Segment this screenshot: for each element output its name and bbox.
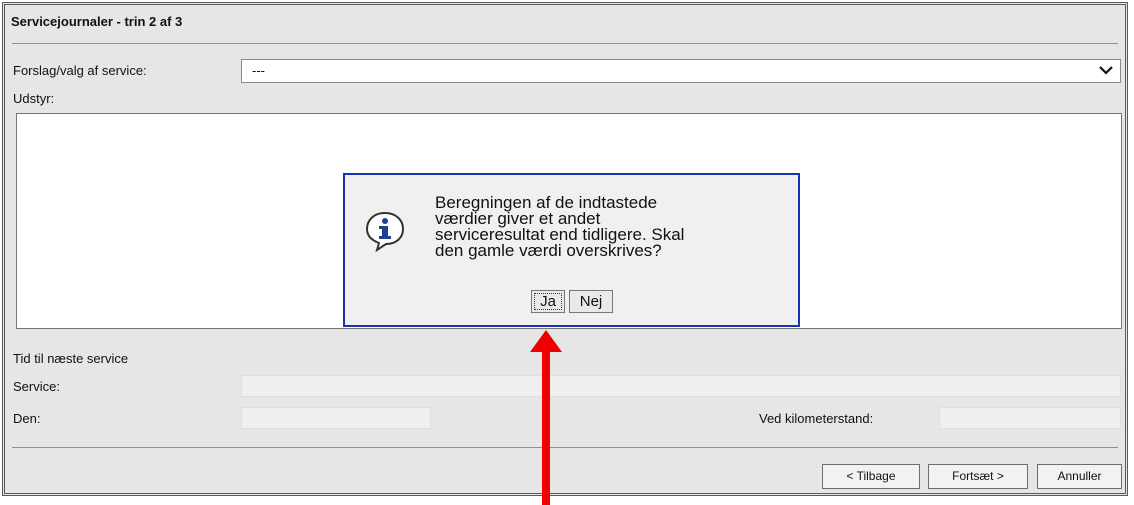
dialog-message-line: den gamle værdi overskrives? [435, 241, 662, 260]
km-label: Ved kilometerstand: [759, 411, 874, 426]
service-suggestion-value: --- [252, 63, 265, 78]
date-field[interactable] [241, 407, 431, 429]
next-button[interactable]: Fortsæt > [928, 464, 1028, 489]
confirm-dialog: Beregningen af de indtastede værdier giv… [343, 173, 800, 327]
red-arrow-annotation [530, 330, 562, 505]
chevron-down-icon [1099, 66, 1113, 75]
info-icon [365, 211, 405, 253]
dialog-message: Beregningen af de indtastede værdier giv… [435, 194, 775, 260]
yes-button[interactable]: Ja [531, 290, 565, 313]
back-button[interactable]: < Tilbage [822, 464, 920, 489]
cancel-button[interactable]: Annuller [1037, 464, 1122, 489]
no-button[interactable]: Nej [569, 290, 613, 313]
next-service-heading: Tid til næste service [13, 351, 129, 366]
window-title: Servicejournaler - trin 2 af 3 [11, 14, 183, 29]
service-suggestion-label: Forslag/valg af service: [13, 63, 147, 78]
date-label: Den: [13, 411, 41, 426]
service-suggestion-select[interactable]: --- [241, 59, 1121, 83]
title-divider [12, 43, 1118, 44]
service-field-label: Service: [13, 379, 60, 394]
service-field[interactable] [241, 375, 1121, 397]
km-field[interactable] [939, 407, 1121, 429]
equipment-label: Udstyr: [13, 91, 55, 106]
